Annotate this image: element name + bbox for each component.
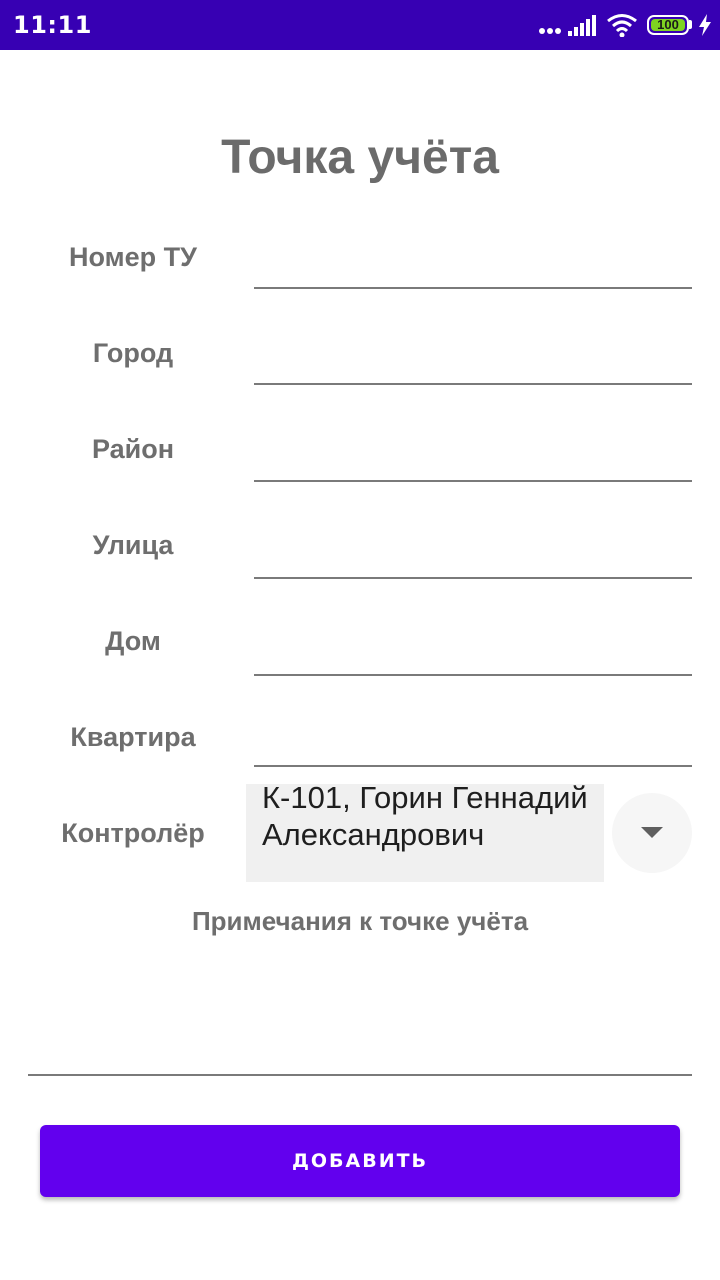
notes-underline xyxy=(28,1074,692,1076)
apartment-input[interactable] xyxy=(254,704,692,764)
label-controller: Контролёр xyxy=(61,818,205,848)
battery-level: 100 xyxy=(651,18,685,31)
street-underline xyxy=(254,577,692,579)
add-button[interactable]: ДОБАВИТЬ xyxy=(40,1125,680,1197)
street-input[interactable] xyxy=(254,516,692,576)
charging-icon xyxy=(699,14,711,36)
controller-spinner[interactable]: К-101, Горин Геннадий Александрович xyxy=(246,784,604,882)
label-house: Дом xyxy=(105,626,161,656)
city-underline xyxy=(254,383,692,385)
label-apartment: Квартира xyxy=(70,722,196,752)
house-input[interactable] xyxy=(254,613,692,673)
wifi-icon xyxy=(607,14,637,37)
dropdown-arrow-icon xyxy=(641,827,663,838)
city-input[interactable] xyxy=(254,322,692,382)
status-time: 11:11 xyxy=(13,11,92,39)
district-input[interactable] xyxy=(254,419,692,479)
battery-tip xyxy=(689,20,692,29)
house-underline xyxy=(254,674,692,676)
meter-number-underline xyxy=(254,287,692,289)
label-meter-number: Номер ТУ xyxy=(69,242,197,272)
label-city: Город xyxy=(92,338,174,368)
status-bar: 11:11 100 xyxy=(0,0,720,50)
label-street: Улица xyxy=(92,530,174,560)
notes-label: Примечания к точке учёта xyxy=(191,906,529,936)
controller-dropdown-button[interactable] xyxy=(612,793,692,873)
more-dots-icon xyxy=(539,28,561,34)
battery-icon: 100 xyxy=(647,15,689,35)
district-underline xyxy=(254,480,692,482)
meter-number-input[interactable] xyxy=(254,226,692,286)
apartment-underline xyxy=(254,765,692,767)
signal-icon xyxy=(568,15,596,36)
label-district: Район xyxy=(91,434,175,464)
controller-selected-value: К-101, Горин Геннадий Александрович xyxy=(262,784,588,852)
page-title: Точка учёта xyxy=(221,131,499,184)
notes-input[interactable] xyxy=(28,950,692,1070)
